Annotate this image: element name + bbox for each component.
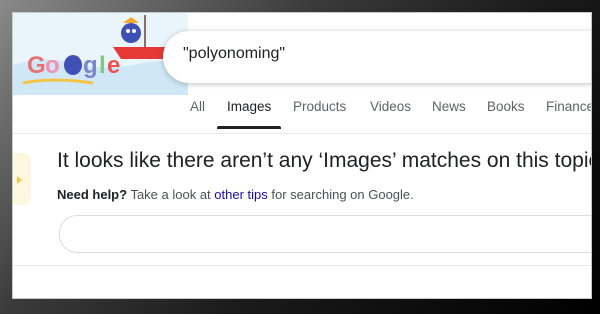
tabs-divider (13, 133, 591, 134)
svg-text:o: o (45, 52, 60, 79)
help-suffix-text: for searching on Google. (267, 187, 414, 202)
tab-news[interactable]: News (432, 99, 466, 114)
help-prefix: Need help? (57, 187, 128, 202)
svg-text:e: e (107, 52, 120, 79)
bottom-divider (13, 265, 591, 266)
tab-images[interactable]: Images (227, 99, 271, 114)
other-tips-link[interactable]: other tips (214, 187, 267, 202)
search-tabs: All Images Products Videos News Books Fi… (13, 99, 591, 129)
tab-books[interactable]: Books (487, 99, 525, 114)
svg-text:G: G (27, 52, 46, 79)
no-results-heading: It looks like there aren’t any ‘Images’ … (57, 149, 591, 172)
active-tab-indicator (217, 126, 281, 129)
google-doodle-logo[interactable]: G o g l e (13, 13, 188, 95)
help-mid-text: Take a look at (127, 187, 215, 202)
tab-products[interactable]: Products (293, 99, 346, 114)
tab-finance[interactable]: Finance (546, 99, 591, 114)
help-text: Need help? Take a look at other tips for… (57, 187, 414, 202)
svg-text:l: l (99, 52, 106, 79)
search-input[interactable]: "polyonoming" (163, 31, 591, 83)
tab-videos[interactable]: Videos (370, 99, 411, 114)
svg-text:g: g (83, 52, 98, 79)
feedback-tab-icon[interactable] (13, 153, 31, 205)
tab-all[interactable]: All (190, 99, 205, 114)
browser-frame: G o g l e "polyonoming" All Images Produ… (13, 13, 591, 298)
search-query-text: "polyonoming" (183, 45, 286, 62)
secondary-search-input[interactable] (59, 215, 591, 253)
